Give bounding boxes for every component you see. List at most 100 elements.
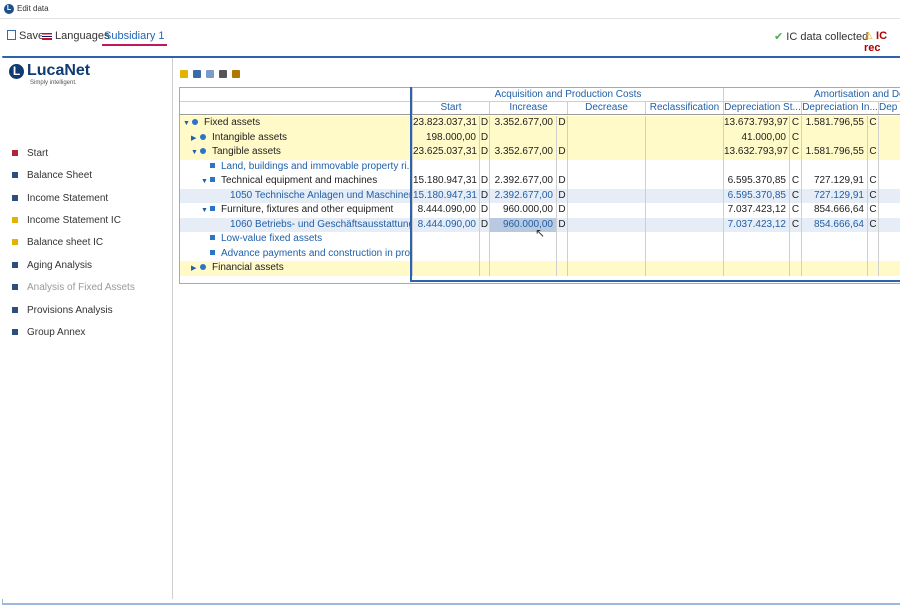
cell-sd[interactable]: D [480, 116, 490, 131]
cell-dep_start[interactable]: 7.037.423,12 [724, 203, 790, 218]
cell-did[interactable]: C [868, 217, 879, 232]
cell-dep_start[interactable]: 13.673.793,97 [724, 116, 790, 131]
table-row[interactable]: ▶ Financial assets [180, 261, 900, 276]
cell-dsd[interactable]: C [790, 203, 802, 218]
cell-empty[interactable] [879, 160, 900, 175]
cell-sd[interactable]: D [480, 203, 490, 218]
cell-empty[interactable] [879, 218, 900, 233]
cell-empty[interactable] [568, 261, 646, 276]
cell-empty[interactable] [879, 203, 900, 218]
cell-dsd[interactable]: C [790, 217, 802, 232]
cell-dsd[interactable] [790, 232, 802, 247]
row-label-cell[interactable]: 1050 Technische Anlagen und Maschinen [180, 188, 413, 203]
cell-empty[interactable] [568, 246, 646, 261]
collapse-arrow-icon[interactable]: ▼ [201, 175, 210, 189]
cell-dep_inc[interactable]: 1.581.796,55 [802, 116, 868, 131]
cell-inc[interactable]: 3.352.677,00 [490, 116, 557, 131]
cell-id[interactable] [557, 246, 568, 261]
cell-dep_start[interactable] [724, 261, 790, 276]
cell-empty[interactable] [646, 174, 724, 189]
cell-empty[interactable] [568, 188, 646, 203]
sidebar-item-income-statement[interactable]: Income Statement [12, 193, 108, 204]
row-label-cell[interactable]: ▶ Financial assets [180, 261, 413, 276]
cell-dep_inc[interactable] [802, 232, 868, 247]
sidebar-item-provisions-analysis[interactable]: Provisions Analysis [12, 305, 113, 316]
cell-id[interactable] [557, 159, 568, 174]
table-row[interactable]: ▼ Furniture, fixtures and other equipment… [180, 203, 900, 218]
cell-did[interactable] [868, 130, 879, 145]
cell-sd[interactable]: D [480, 130, 490, 145]
cell-dep_inc[interactable] [802, 130, 868, 145]
cell-empty[interactable] [879, 247, 900, 262]
cell-start[interactable] [413, 261, 480, 276]
cell-dep_start[interactable] [724, 246, 790, 261]
cell-did[interactable] [868, 159, 879, 174]
cell-id[interactable]: D [557, 188, 568, 203]
cell-inc[interactable] [490, 130, 557, 145]
cell-sd[interactable] [480, 159, 490, 174]
table-row[interactable]: 1050 Technische Anlagen und Maschinen 15.… [180, 188, 900, 203]
cell-empty[interactable] [646, 246, 724, 261]
cell-inc[interactable]: 2.392.677,00 [490, 174, 557, 189]
table-row[interactable]: ▶ Intangible assets 198.000,00 D 41.000,00 C [180, 130, 900, 146]
cell-dep_inc[interactable] [802, 261, 868, 276]
row-label-cell[interactable]: Low-value fixed assets [180, 232, 413, 247]
row-label-cell[interactable]: Land, buildings and immovable property r… [180, 159, 413, 174]
cell-empty[interactable] [568, 130, 646, 145]
cell-dsd[interactable]: C [790, 188, 802, 203]
table-row[interactable]: Advance payments and construction in pro… [180, 246, 900, 262]
table-row[interactable]: ▼ Technical equipment and machines 15.180.… [180, 174, 900, 189]
cell-sd[interactable]: D [480, 145, 490, 160]
cell-dep_inc[interactable]: 854.666,64 [802, 203, 868, 218]
cell-sd[interactable] [480, 246, 490, 261]
collapse-arrow-icon[interactable]: ▼ [191, 146, 200, 160]
cell-empty[interactable] [646, 130, 724, 145]
cell-empty[interactable] [646, 203, 724, 218]
cell-empty[interactable] [646, 217, 724, 232]
settings-icon[interactable] [206, 70, 214, 78]
cell-start[interactable]: 15.180.947,31 [413, 188, 480, 203]
cell-dep_start[interactable]: 13.632.793,97 [724, 145, 790, 160]
row-label-cell[interactable]: ▼ Tangible assets [180, 145, 413, 160]
cell-id[interactable]: D [557, 203, 568, 218]
sidebar-item-group-annex[interactable]: Group Annex [12, 327, 85, 338]
cell-empty[interactable] [568, 145, 646, 160]
cell-dep_start[interactable]: 41.000,00 [724, 130, 790, 145]
cell-dep_inc[interactable]: 854.666,64 [802, 217, 868, 232]
cell-inc[interactable] [490, 246, 557, 261]
cell-empty[interactable] [879, 232, 900, 247]
cell-did[interactable]: C [868, 188, 879, 203]
cell-dep_inc[interactable]: 727.129,91 [802, 174, 868, 189]
cell-empty[interactable] [879, 145, 900, 160]
cell-did[interactable] [868, 261, 879, 276]
cell-did[interactable]: C [868, 203, 879, 218]
sidebar-item-start[interactable]: Start [12, 148, 48, 159]
expand-arrow-icon[interactable]: ▶ [191, 132, 200, 146]
languages-button[interactable]: Languages [42, 30, 109, 42]
row-label-cell[interactable]: 1060 Betriebs- und Geschäftsausstattung [180, 217, 413, 232]
cell-start[interactable]: 8.444.090,00 [413, 217, 480, 232]
table-row[interactable]: Land, buildings and immovable property r… [180, 159, 900, 175]
col-start-header[interactable]: Start [413, 101, 490, 114]
cell-inc[interactable] [490, 232, 557, 247]
cell-did[interactable]: C [868, 145, 879, 160]
cell-start[interactable]: 23.823.037,31 [413, 116, 480, 131]
row-label-cell[interactable]: ▶ Intangible assets [180, 130, 413, 146]
col-dep-more-header[interactable]: Dep [879, 101, 900, 114]
expand-arrow-icon[interactable]: ▶ [191, 262, 200, 276]
cell-id[interactable]: D [557, 217, 568, 232]
cell-dsd[interactable] [790, 261, 802, 276]
collapse-arrow-icon[interactable]: ▼ [201, 204, 210, 218]
cell-empty[interactable] [646, 232, 724, 247]
ic-rec-status[interactable]: ⚠ IC rec [864, 30, 900, 54]
cell-start[interactable] [413, 159, 480, 174]
cell-dsd[interactable]: C [790, 174, 802, 189]
cell-dep_start[interactable]: 6.595.370,85 [724, 188, 790, 203]
tab-subsidiary-1[interactable]: Subsidiary 1 [104, 30, 165, 42]
sidebar-item-analysis-of-fixed-assets[interactable]: Analysis of Fixed Assets [12, 282, 135, 293]
row-label-cell[interactable]: ▼ Fixed assets [180, 116, 413, 131]
cell-dep_start[interactable] [724, 159, 790, 174]
col-decrease-header[interactable]: Decrease [568, 101, 646, 114]
cell-empty[interactable] [568, 116, 646, 131]
cell-id[interactable] [557, 130, 568, 145]
